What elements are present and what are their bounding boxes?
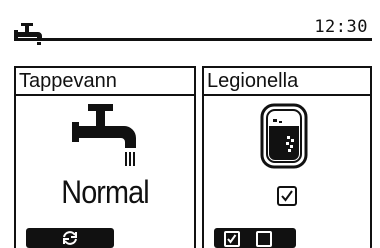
checkbox-checked-icon[interactable]: [224, 231, 240, 247]
checkmark-icon: [281, 190, 293, 202]
controller-screen: 12:30 Tappevann Normal Legionella: [0, 0, 380, 248]
checkbox-control-bar: [214, 228, 296, 248]
mode-toggle-button[interactable]: [26, 228, 114, 248]
hot-water-panel[interactable]: Tappevann Normal: [14, 66, 196, 248]
panel-header: Legionella: [204, 68, 370, 96]
mode-status-text: Normal: [61, 174, 149, 210]
faucet-icon: [14, 23, 42, 45]
legionella-checkbox[interactable]: [277, 186, 297, 206]
water-tank-icon: [260, 103, 308, 169]
legionella-panel[interactable]: Legionella: [202, 66, 372, 248]
faucet-icon: [72, 104, 136, 166]
checkbox-empty-icon[interactable]: [256, 231, 272, 247]
panel-header: Tappevann: [16, 68, 194, 96]
clock-display: 12:30: [314, 17, 368, 37]
panel-title: Tappevann: [19, 70, 117, 92]
cycle-arrows-icon: [63, 231, 77, 245]
header-divider: [14, 38, 372, 41]
panel-title: Legionella: [207, 70, 299, 92]
